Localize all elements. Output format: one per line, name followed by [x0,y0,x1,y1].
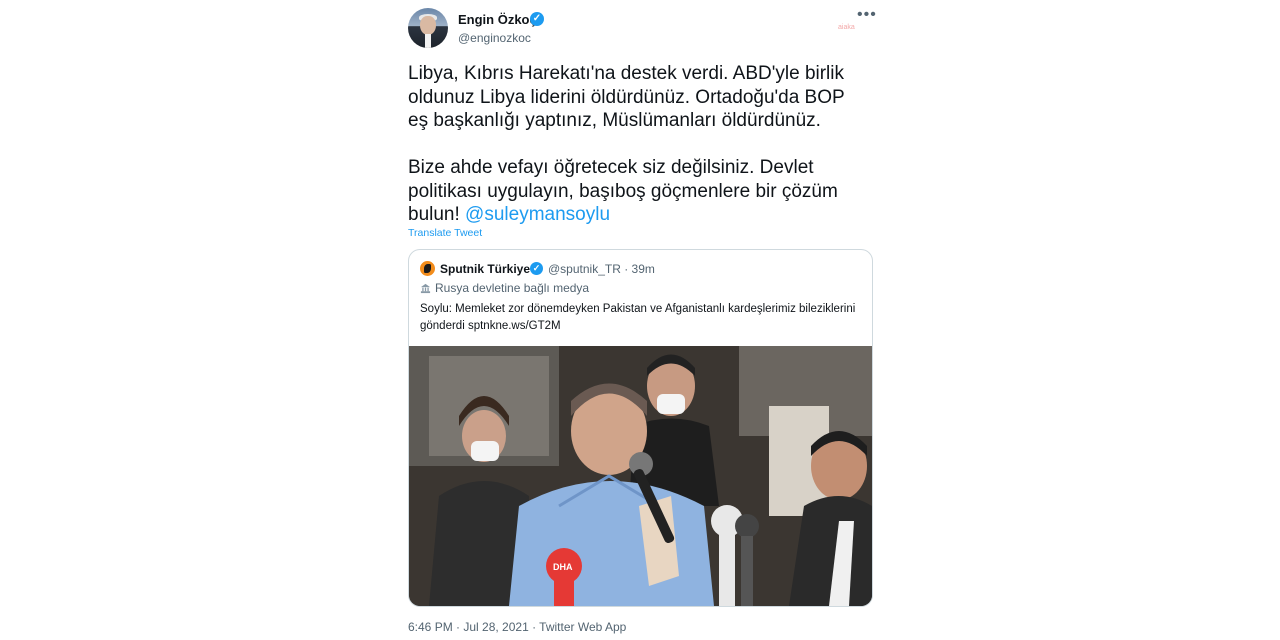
state-media-label[interactable]: Rusya devletine bağlı medya [435,281,589,295]
more-options-icon[interactable]: ••• [857,6,877,24]
dha-mic-logo: DHA [553,562,573,572]
sputnik-logo-icon[interactable] [420,261,435,276]
watermark: aiaka [838,24,855,31]
quote-author-name[interactable]: Sputnik Türkiye [440,262,530,276]
quote-text: Soylu: Memleket zor dönemdeyken Pakistan… [420,303,856,332]
quote-verified-badge-icon: ✓ [530,262,543,275]
author-handle[interactable]: @enginozkoc [458,31,531,45]
tweet-paragraph-1: Libya, Kıbrıs Harekatı'na destek verdi. … [408,63,845,131]
tweet-text: Libya, Kıbrıs Harekatı'na destek verdi. … [408,62,868,227]
photo-illustration: DHA [409,346,872,606]
quote-author-handle-time: @sputnik_TR · 39m [548,262,655,276]
verified-badge-icon: ✓ [530,12,544,26]
mention-link[interactable]: @suleymansoylu [465,204,610,225]
tweet-paragraph-2: Bize ahde vefayı öğretecek siz değilsini… [408,156,868,227]
quoted-tweet[interactable]: Sputnik Türkiye ✓ @sputnik_TR · 39m Rusy… [408,249,873,607]
quote-media-photo[interactable]: DHA [409,346,872,606]
author-name[interactable]: Engin Özkoç [458,12,537,27]
tweet-footer-meta[interactable]: 6:46 PM · Jul 28, 2021 · Twitter Web App [408,620,626,634]
translate-tweet-link[interactable]: Translate Tweet [408,227,482,239]
state-media-flag-icon [420,283,431,294]
avatar[interactable] [408,8,448,48]
